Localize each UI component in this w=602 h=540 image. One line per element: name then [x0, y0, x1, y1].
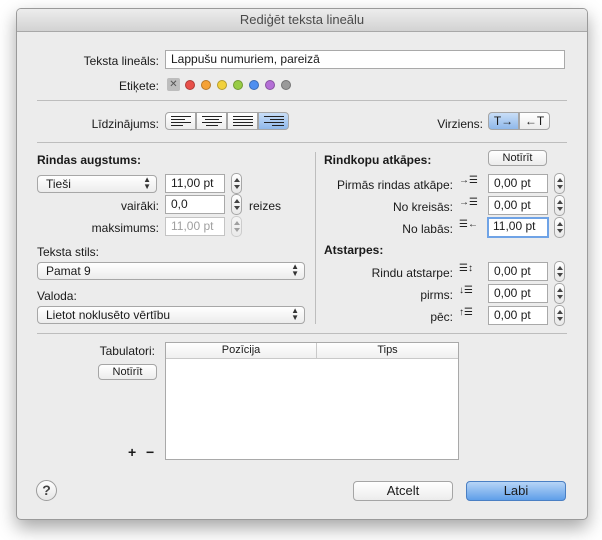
align-left-icon	[171, 116, 191, 128]
tag-color-dot[interactable]	[233, 80, 243, 90]
popup-arrows-icon: ▲ ▼	[291, 262, 299, 278]
line-height-mode-value: Tieši	[46, 177, 71, 191]
right-indent-field[interactable]: 11,00 pt	[487, 217, 549, 238]
spacing-before-label: pirms:	[420, 288, 453, 302]
tabs-reset-button[interactable]: Notīrīt	[98, 364, 157, 380]
language-popup[interactable]: Lietot noklusēto vērtību ▲ ▼	[37, 306, 305, 324]
spacing-after-label: pēc:	[430, 310, 453, 324]
align-right-button[interactable]	[258, 112, 289, 130]
multiple-field[interactable]: 0,0	[165, 195, 225, 214]
line-height-heading: Rindas augstums:	[37, 153, 142, 167]
help-button[interactable]: ?	[36, 480, 57, 501]
first-line-field[interactable]: 0,00 pt	[488, 174, 548, 193]
popup-arrows-icon: ▲ ▼	[143, 175, 151, 191]
tag-color-dot[interactable]	[265, 80, 275, 90]
align-center-icon	[202, 116, 222, 128]
line-height-stepper[interactable]	[231, 173, 242, 194]
spacing-after-field[interactable]: 0,00 pt	[488, 306, 548, 325]
line-spacing-field[interactable]: 0,00 pt	[488, 262, 548, 281]
add-tab-button[interactable]: +	[128, 444, 136, 460]
column-header-type[interactable]: Tips	[316, 343, 458, 359]
line-spacing-icon: ☰↕	[459, 263, 473, 274]
tag-label: Etiķete:	[118, 79, 159, 93]
line-height-field[interactable]: 11,00 pt	[165, 174, 225, 193]
tag-color-dot[interactable]	[217, 80, 227, 90]
separator	[37, 142, 567, 143]
tag-color-dot[interactable]	[185, 80, 195, 90]
language-label: Valoda:	[37, 289, 77, 303]
direction-ltr-button[interactable]: T→	[488, 112, 519, 130]
language-value: Lietot noklusēto vērtību	[46, 308, 171, 322]
direction-label: Virziens:	[437, 117, 483, 131]
line-height-mode-popup[interactable]: Tieši ▲ ▼	[37, 175, 157, 193]
first-line-stepper[interactable]	[554, 173, 565, 194]
spacing-before-icon: ↓☰	[459, 285, 473, 296]
left-indent-field[interactable]: 0,00 pt	[488, 196, 548, 215]
text-style-popup[interactable]: Pamat 9 ▲ ▼	[37, 262, 305, 280]
window-title: Rediģēt teksta lineālu	[17, 9, 587, 32]
max-field[interactable]: 11,00 pt	[165, 217, 225, 236]
max-stepper[interactable]	[231, 216, 242, 237]
tag-color-dot[interactable]	[201, 80, 211, 90]
align-justify-icon	[233, 116, 253, 128]
ruler-name-field[interactable]: Lappušu numuriem, pareizā	[165, 50, 565, 69]
indents-reset-button[interactable]: Notīrīt	[488, 150, 547, 166]
ruler-name-label: Teksta lineāls:	[83, 54, 159, 68]
right-indent-stepper[interactable]	[554, 217, 565, 238]
separator	[37, 333, 567, 334]
spacing-after-icon: ↑☰	[459, 307, 473, 318]
tabs-label: Tabulatori:	[99, 344, 155, 358]
line-spacing-stepper[interactable]	[554, 261, 565, 282]
spacing-after-stepper[interactable]	[554, 305, 565, 326]
align-center-button[interactable]	[196, 112, 227, 130]
tabs-table[interactable]: Pozīcija Tips	[165, 342, 459, 460]
first-line-indent-icon: →☰	[459, 175, 478, 186]
tag-color-dot[interactable]	[249, 80, 259, 90]
ok-button[interactable]: Labi	[466, 481, 566, 501]
separator	[37, 100, 567, 101]
align-left-button[interactable]	[165, 112, 196, 130]
left-indent-stepper[interactable]	[554, 195, 565, 216]
line-spacing-label: Rindu atstarpe:	[371, 266, 453, 280]
spacing-before-field[interactable]: 0,00 pt	[488, 284, 548, 303]
tag-none-icon[interactable]: ✕	[167, 78, 180, 91]
max-label: maksimums:	[91, 221, 159, 235]
edit-ruler-dialog: Rediģēt teksta lineālu Teksta lineāls: L…	[16, 8, 588, 520]
multiple-label: vairāki:	[120, 199, 159, 213]
text-style-value: Pamat 9	[46, 264, 91, 278]
align-justify-button[interactable]	[227, 112, 258, 130]
cancel-button[interactable]: Atcelt	[353, 481, 453, 501]
remove-tab-button[interactable]: −	[146, 444, 154, 460]
text-style-label: Teksta stils:	[37, 245, 100, 259]
alignment-label: Līdzinājums:	[91, 117, 159, 131]
indents-heading: Rindkopu atkāpes:	[324, 153, 432, 167]
align-right-icon	[264, 116, 284, 128]
spacing-before-stepper[interactable]	[554, 283, 565, 304]
popup-arrows-icon: ▲ ▼	[291, 306, 299, 322]
column-header-position[interactable]: Pozīcija	[166, 343, 316, 359]
direction-rtl-button[interactable]: ←T	[519, 112, 550, 130]
first-line-label: Pirmās rindas atkāpe:	[336, 178, 453, 192]
right-indent-icon: ☰←	[459, 219, 478, 230]
left-indent-icon: →☰	[459, 197, 478, 208]
multiple-stepper[interactable]	[231, 194, 242, 215]
multiple-unit: reizes	[249, 199, 282, 213]
right-indent-label: No labās:	[402, 222, 453, 236]
left-indent-label: No kreisās:	[392, 200, 453, 214]
spacing-heading: Atstarpes:	[324, 243, 384, 257]
tag-color-dot[interactable]	[281, 80, 291, 90]
column-separator	[315, 152, 316, 324]
